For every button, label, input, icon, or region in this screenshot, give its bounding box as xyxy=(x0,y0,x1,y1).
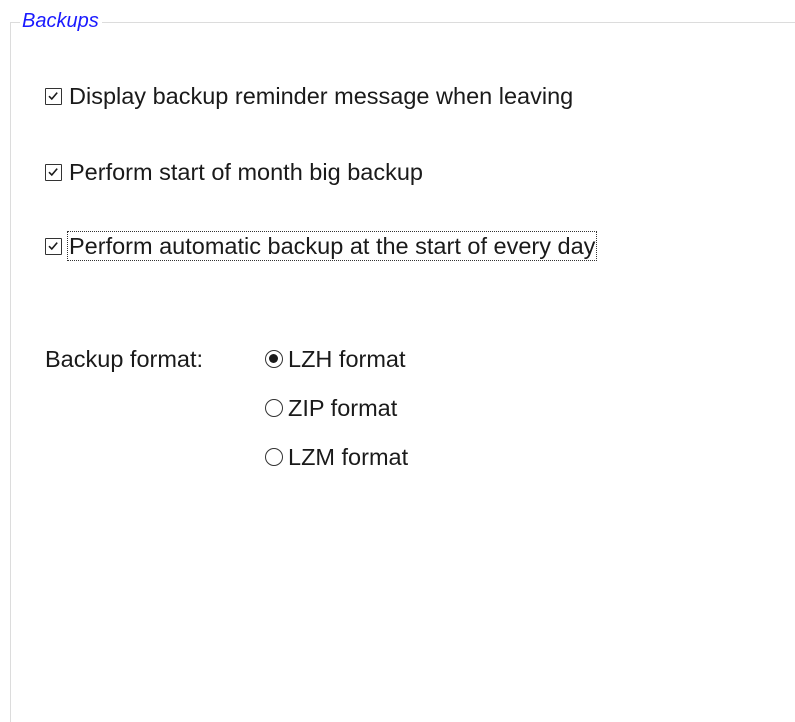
checkbox-checked-icon[interactable] xyxy=(45,87,62,105)
checkbox-checked-icon[interactable] xyxy=(45,237,62,255)
backup-format-label: Backup format: xyxy=(45,346,204,372)
checkbox-backup-reminder[interactable]: Display backup reminder message when lea… xyxy=(45,78,574,114)
radio-lzm-format[interactable]: LZM format xyxy=(265,442,408,472)
checkbox-daily-automatic-backup[interactable]: Perform automatic backup at the start of… xyxy=(45,228,598,264)
radio-zip-format[interactable]: ZIP format xyxy=(265,393,397,423)
checkbox-label: Perform start of month big backup xyxy=(69,159,423,185)
radio-label: LZH format xyxy=(288,346,406,372)
radio-label: LZM format xyxy=(288,444,409,470)
radio-unselected-icon[interactable] xyxy=(265,399,283,417)
backups-group-title: Backups xyxy=(20,9,102,33)
checkbox-label: Perform automatic backup at the start of… xyxy=(66,231,598,261)
checkbox-label: Display backup reminder message when lea… xyxy=(69,83,574,109)
checkbox-start-of-month-backup[interactable]: Perform start of month big backup xyxy=(45,154,424,190)
checkbox-checked-icon[interactable] xyxy=(45,163,62,181)
radio-selected-icon[interactable] xyxy=(265,350,283,368)
radio-unselected-icon[interactable] xyxy=(265,448,283,466)
radio-label: ZIP format xyxy=(288,395,398,421)
radio-lzh-format[interactable]: LZH format xyxy=(265,344,406,374)
